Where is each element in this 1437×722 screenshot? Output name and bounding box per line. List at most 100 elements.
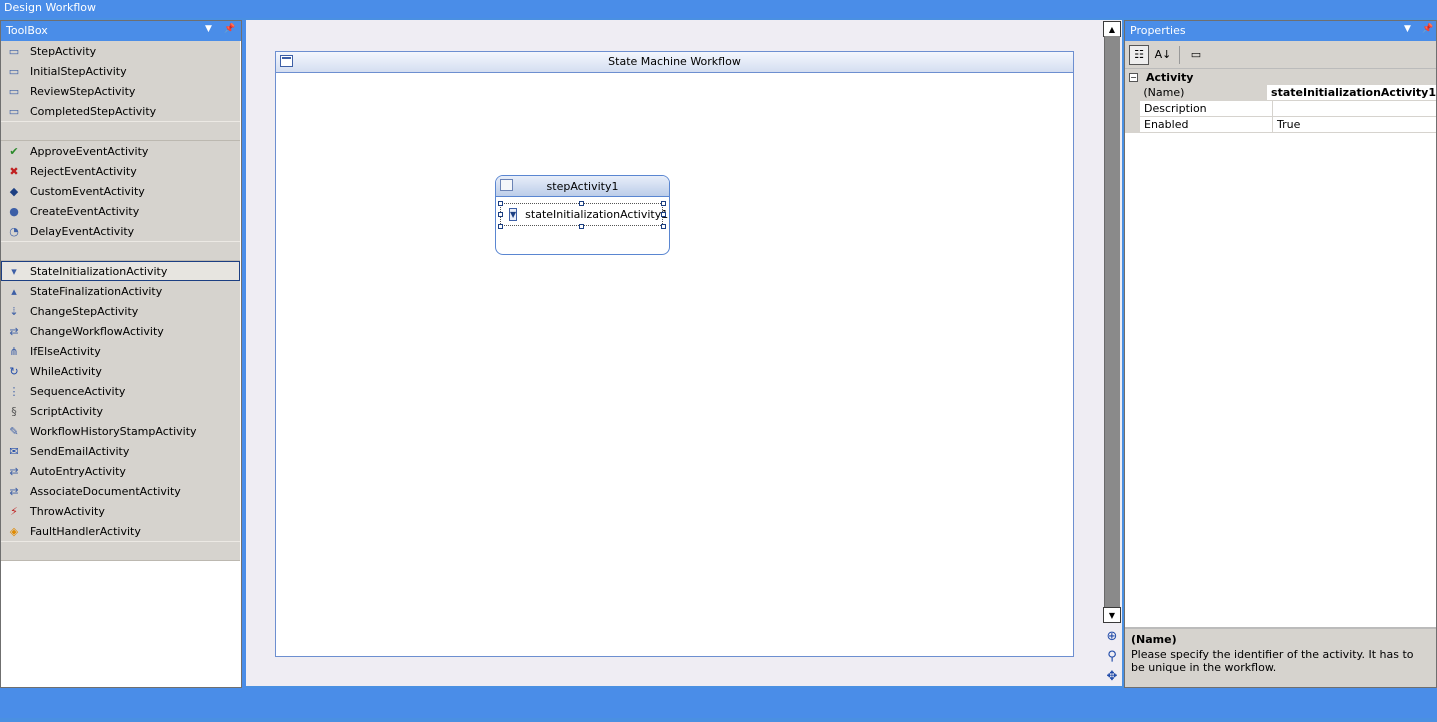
toolbox-item[interactable]: § ScriptActivity xyxy=(1,401,240,421)
selection-handle[interactable] xyxy=(661,224,666,229)
selection-handle[interactable] xyxy=(661,212,666,217)
toolbox-item[interactable]: ✎ WorkflowHistoryStampActivity xyxy=(1,421,240,441)
toolbox-item-label: ScriptActivity xyxy=(30,404,104,418)
toolbox-item-label: StateFinalizationActivity xyxy=(30,284,163,298)
workflow-header: State Machine Workflow xyxy=(276,52,1073,73)
toolbox-item-label: CreateEventActivity xyxy=(30,204,140,218)
toolbox-item[interactable]: ⋔ IfElseActivity xyxy=(1,341,240,361)
pin-icon[interactable]: 📌 xyxy=(1422,24,1433,34)
pan-icon[interactable]: ✥ xyxy=(1103,667,1121,685)
properties-title: Properties xyxy=(1130,24,1186,37)
help-title: (Name) xyxy=(1131,633,1177,646)
categorized-button[interactable]: ☷ xyxy=(1129,44,1149,65)
toolbox-item[interactable]: ⚡ ThrowActivity xyxy=(1,501,240,521)
property-row-name[interactable]: (Name) stateInitializationActivity1 xyxy=(1125,85,1436,101)
toolbox-item-label: ChangeWorkflowActivity xyxy=(30,324,164,338)
associate-document-icon: ⇄ xyxy=(9,484,19,498)
alphabetical-button[interactable]: A↓ xyxy=(1153,45,1173,65)
toolbox-item-label: AutoEntryActivity xyxy=(30,464,126,478)
property-value[interactable]: True xyxy=(1273,117,1436,132)
custom-event-icon: ◆ xyxy=(9,184,19,198)
toolbox-item[interactable]: ✖ RejectEventActivity xyxy=(1,161,240,181)
toolbox-item[interactable]: ▭ InitialStepActivity xyxy=(1,61,240,81)
scroll-up-button[interactable]: ▲ xyxy=(1103,21,1121,37)
designer-scrollbar[interactable]: ▲ ▼ ⊕ ⚲ ✥ xyxy=(1102,20,1122,686)
property-help: (Name) Please specify the identifier of … xyxy=(1125,627,1436,687)
status-bar xyxy=(0,688,1437,718)
chevron-down-icon[interactable]: ▼ xyxy=(1404,24,1411,34)
toolbox-item-label: CompletedStepActivity xyxy=(30,104,157,118)
chevron-down-icon[interactable]: ▼ xyxy=(205,24,212,34)
while-icon: ↻ xyxy=(9,364,19,378)
toolbox-item[interactable]: ◈ FaultHandlerActivity xyxy=(1,521,240,541)
state-init-icon: ▼ xyxy=(509,208,518,221)
toolbox-item[interactable]: ⇄ AssociateDocumentActivity xyxy=(1,481,240,501)
toolbox-item-label: WhileActivity xyxy=(30,364,102,378)
toolbox-item[interactable]: ↻ WhileActivity xyxy=(1,361,240,381)
property-row-enabled[interactable]: Enabled True xyxy=(1125,117,1436,133)
child-activity[interactable]: ▼ stateInitializationActivity1 xyxy=(500,203,668,226)
toolbox-item[interactable]: ⇄ AutoEntryActivity xyxy=(1,461,240,481)
workflow-icon xyxy=(280,55,293,67)
toolbox-item[interactable]: ▭ CompletedStepActivity xyxy=(1,101,240,121)
state-machine-workflow[interactable]: State Machine Workflow stepActivity1 ▼ s… xyxy=(275,51,1074,657)
step-icon: ▭ xyxy=(8,64,20,78)
selection-handle[interactable] xyxy=(498,201,503,206)
reject-event-icon: ✖ xyxy=(9,164,19,178)
selection-handle[interactable] xyxy=(498,224,503,229)
create-event-icon: ● xyxy=(9,204,19,218)
toolbox-item-label: StepActivity xyxy=(30,44,97,58)
toolbox-item[interactable]: ✔ ApproveEventActivity xyxy=(1,141,240,161)
change-workflow-icon: ⇄ xyxy=(9,324,19,338)
toolbox-item[interactable]: ▭ ReviewStepActivity xyxy=(1,81,240,101)
history-stamp-icon: ✎ xyxy=(9,424,19,438)
auto-entry-icon: ⇄ xyxy=(9,464,19,478)
toolbox-item[interactable]: ⋮ SequenceActivity xyxy=(1,381,240,401)
toolbox-item[interactable]: ◆ CustomEventActivity xyxy=(1,181,240,201)
properties-panel: Properties ▼ 📌 ☷ A↓ ▭ − Activity (Name) … xyxy=(1124,20,1437,688)
property-pages-button[interactable]: ▭ xyxy=(1186,45,1206,65)
toolbox-panel: ToolBox ▼ 📌 ▭ StepActivity ▭ InitialStepAct… xyxy=(0,20,242,688)
toolbox-item-label: IfElseActivity xyxy=(30,344,101,358)
toolbox-item-label: ThrowActivity xyxy=(30,504,105,518)
row-gutter xyxy=(1125,85,1140,100)
scroll-down-button[interactable]: ▼ xyxy=(1103,607,1121,623)
category-activity[interactable]: − Activity xyxy=(1125,69,1436,85)
toolbox-item[interactable]: ▭ StepActivity xyxy=(1,41,240,61)
selection-handle[interactable] xyxy=(661,201,666,206)
toolbox-item[interactable]: ▾ StateInitializationActivity xyxy=(1,261,240,281)
category-label: Activity xyxy=(1146,70,1194,84)
toolbox-item-label: SequenceActivity xyxy=(30,384,126,398)
toolbox-item-label: ReviewStepActivity xyxy=(30,84,136,98)
toolbox-item-label: ChangeStepActivity xyxy=(30,304,139,318)
review-step-icon: ▭ xyxy=(8,84,20,98)
approve-event-icon: ✔ xyxy=(9,144,19,158)
zoom-icon[interactable]: ⊕ xyxy=(1103,627,1121,645)
row-gutter xyxy=(1125,101,1140,116)
toolbox-list: ▭ StepActivity ▭ InitialStepActivity ▭ Review… xyxy=(1,41,240,561)
property-value[interactable]: stateInitializationActivity1 xyxy=(1267,85,1436,100)
step-icon: ▭ xyxy=(8,44,20,58)
selection-handle[interactable] xyxy=(579,224,584,229)
toolbox-item[interactable]: ⇣ ChangeStepActivity xyxy=(1,301,240,321)
toolbar-separator xyxy=(1179,45,1180,64)
property-value[interactable] xyxy=(1273,101,1436,116)
toolbox-item[interactable]: ✉ SendEmailActivity xyxy=(1,441,240,461)
pin-icon[interactable]: 📌 xyxy=(224,24,235,34)
toolbox-item-label: AssociateDocumentActivity xyxy=(30,484,181,498)
toolbox-item[interactable]: ⇄ ChangeWorkflowActivity xyxy=(1,321,240,341)
find-icon[interactable]: ⚲ xyxy=(1103,647,1121,665)
collapse-icon[interactable]: − xyxy=(1129,72,1138,82)
toolbox-header: ToolBox ▼ 📌 xyxy=(1,21,241,41)
toolbox-item[interactable]: ▴ StateFinalizationActivity xyxy=(1,281,240,301)
state-final-icon: ▴ xyxy=(11,284,17,298)
scroll-track[interactable] xyxy=(1104,36,1120,609)
toolbox-item[interactable]: ● CreateEventActivity xyxy=(1,201,240,221)
selection-handle[interactable] xyxy=(498,212,503,217)
state-init-icon: ▾ xyxy=(11,264,17,278)
toolbox-item[interactable]: ◔ DelayEventActivity xyxy=(1,221,240,241)
toolbox-group-separator xyxy=(1,241,240,261)
property-row-description[interactable]: Description xyxy=(1125,101,1436,117)
toolbox-group-separator xyxy=(1,121,240,141)
selection-handle[interactable] xyxy=(579,201,584,206)
